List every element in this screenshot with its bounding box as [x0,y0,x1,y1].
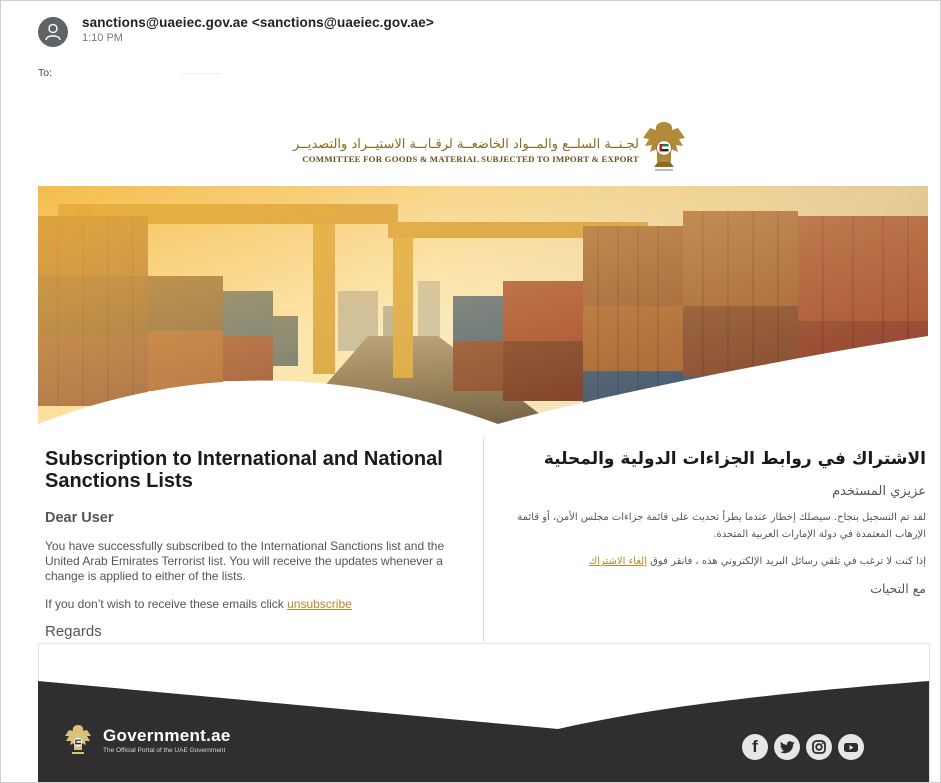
regards-en: Regards [45,623,102,640]
unsubscribe-prefix-ar: إذا كنت لا ترغب في تلقي رسائل البريد الإ… [646,556,926,567]
regards-ar: مع التحيات [870,581,926,596]
unsubscribe-link-en[interactable]: unsubscribe [287,597,352,611]
uae-emblem-icon [643,122,685,171]
unsubscribe-link-ar[interactable]: إلغاء الاشتراك [589,556,647,567]
unsubscribe-line-en: If you don’t wish to receive these email… [45,597,475,611]
twitter-icon[interactable] [774,734,800,760]
unsubscribe-line-ar: إذا كنت لا ترغب في تلقي رسائل البريد الإ… [493,556,926,567]
email-view: sanctions@uaeiec.gov.ae <sanctions@uaeie… [0,0,941,783]
committee-logo: لجـنــة السلــع والمــواد الخاضعــة لرقـ… [277,114,697,179]
portal-tagline: The Official Portal of the UAE Governmen… [103,747,226,754]
body-en: You have successfully subscribed to the … [45,539,445,583]
instagram-icon[interactable] [806,734,832,760]
uae-falcon-icon [65,725,91,754]
to-recipient [182,72,223,74]
youtube-icon[interactable] [838,734,864,760]
body-ar: لقد تم التسجيل بنجاح. سيصلك إخطار عندما … [517,512,926,540]
sender-address[interactable]: <sanctions@uaeiec.gov.ae> [252,15,434,30]
unsubscribe-prefix-en: If you don’t wish to receive these email… [45,597,288,611]
english-section: Subscription to International and Nation… [45,448,475,640]
title-ar: الاشتراك في روابط الجزاءات الدولية والمح… [543,449,926,469]
email-time: 1:10 PM [82,32,123,44]
sender-name[interactable]: sanctions@uaeiec.gov.ae [82,15,248,30]
person-icon [45,23,61,41]
title-en: Subscription to International and Nation… [45,448,443,492]
to-label: To: [38,67,53,79]
committee-name-en: COMMITTEE FOR GOODS & MATERIAL SUBJECTED… [302,154,639,164]
facebook-icon[interactable]: f [742,734,768,760]
sender-line: sanctions@uaeiec.gov.ae <sanctions@uaeie… [82,15,434,30]
avatar[interactable] [38,17,68,47]
email-header: sanctions@uaeiec.gov.ae <sanctions@uaeie… [38,15,434,55]
portal-name: Government.ae [103,726,231,745]
hero-image [38,186,928,428]
government-portal-logo[interactable]: Government.ae The Official Portal of the… [63,723,231,757]
to-row: To: [38,67,223,79]
arabic-section: الاشتراك في روابط الجزاءات الدولية والمح… [493,448,926,596]
committee-name-ar: لجـنــة السلــع والمــواد الخاضعــة لرقـ… [293,137,639,152]
greeting-ar: عزيزي المستخدم [832,484,926,499]
column-divider [483,437,484,642]
greeting-en: Dear User [45,510,114,526]
